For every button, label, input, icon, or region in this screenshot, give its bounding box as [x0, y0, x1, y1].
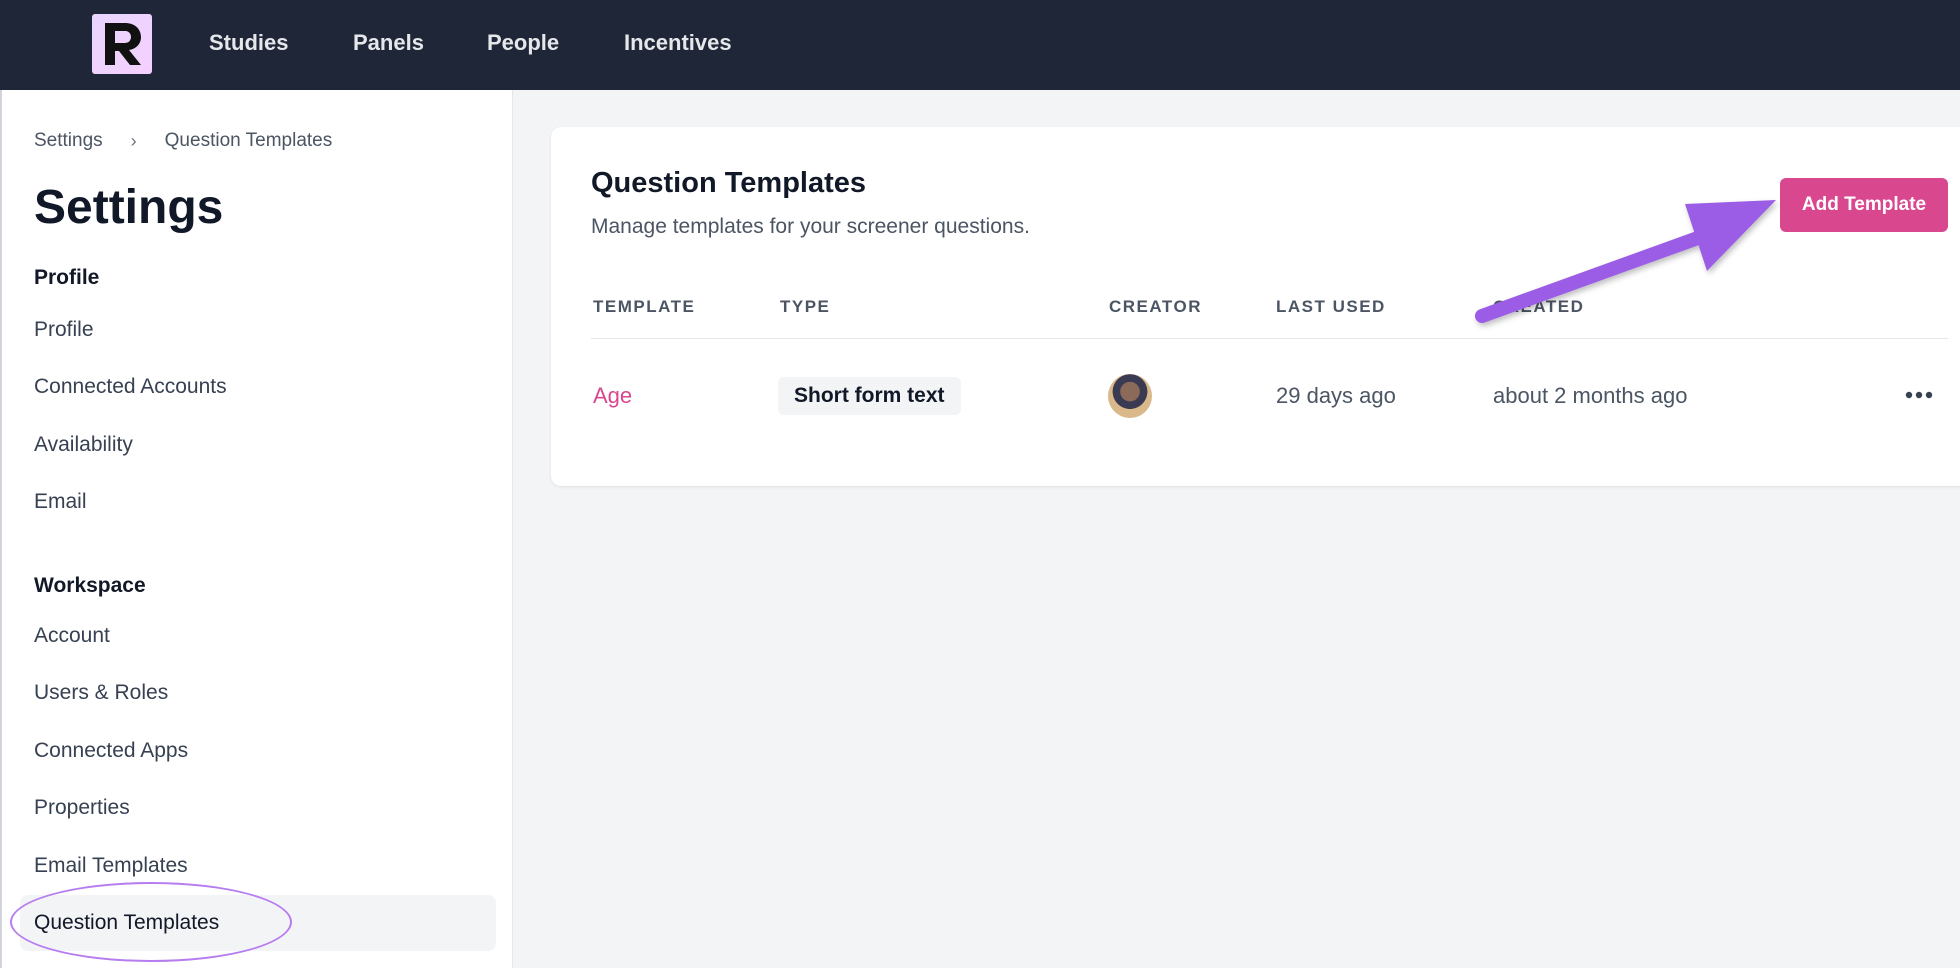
last-used-value: 29 days ago	[1276, 383, 1396, 408]
highlight-circle-annotation	[10, 882, 292, 962]
question-templates-card: Question Templates Manage templates for …	[551, 127, 1960, 486]
column-header-created[interactable]: CREATED	[1493, 297, 1584, 317]
chevron-right-icon: ›	[130, 130, 137, 151]
sidebar-item-availability[interactable]: Availability	[34, 433, 133, 457]
sidebar-item-account[interactable]: Account	[34, 624, 110, 648]
column-header-template[interactable]: TEMPLATE	[593, 297, 695, 317]
column-header-last-used[interactable]: LAST USED	[1276, 297, 1386, 317]
template-link-age[interactable]: Age	[593, 383, 632, 409]
column-header-creator[interactable]: CREATOR	[1109, 297, 1202, 317]
sidebar-item-connected-accounts[interactable]: Connected Accounts	[34, 375, 227, 399]
nav-panels[interactable]: Panels	[353, 30, 424, 56]
column-header-type[interactable]: TYPE	[780, 297, 830, 317]
created-value: about 2 months ago	[1493, 383, 1688, 408]
type-badge: Short form text	[778, 377, 961, 415]
settings-sidebar: Settings › Question Templates Settings P…	[2, 90, 513, 968]
sidebar-item-connected-apps[interactable]: Connected Apps	[34, 739, 188, 763]
page-title: Settings	[34, 181, 224, 234]
sidebar-item-users-roles[interactable]: Users & Roles	[34, 681, 168, 705]
card-subtitle: Manage templates for your screener quest…	[591, 215, 1030, 238]
logo-r-icon	[105, 23, 141, 65]
sidebar-item-properties[interactable]: Properties	[34, 796, 130, 820]
sidebar-item-email[interactable]: Email	[34, 490, 87, 514]
breadcrumb: Settings › Question Templates	[34, 130, 332, 152]
card-title: Question Templates	[591, 167, 867, 199]
sidebar-item-email-templates[interactable]: Email Templates	[34, 854, 188, 878]
breadcrumb-current: Question Templates	[164, 130, 333, 151]
nav-incentives[interactable]: Incentives	[624, 30, 732, 56]
nav-people[interactable]: People	[487, 30, 559, 56]
nav-studies[interactable]: Studies	[209, 30, 288, 56]
workspace-section-heading: Workspace	[34, 574, 146, 597]
profile-section-heading: Profile	[34, 266, 100, 289]
add-template-button[interactable]: Add Template	[1780, 178, 1948, 232]
sidebar-item-profile[interactable]: Profile	[34, 318, 94, 342]
more-options-icon[interactable]	[1901, 375, 1937, 415]
top-navbar: Studies Panels People Incentives	[0, 0, 1960, 90]
breadcrumb-settings[interactable]: Settings	[34, 130, 103, 152]
creator-avatar	[1108, 374, 1152, 418]
table-divider	[591, 338, 1948, 339]
app-logo[interactable]	[92, 14, 152, 74]
